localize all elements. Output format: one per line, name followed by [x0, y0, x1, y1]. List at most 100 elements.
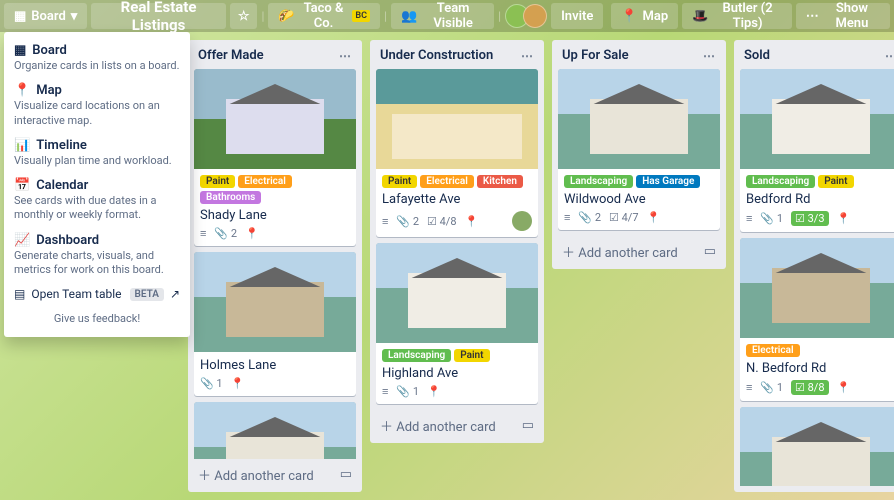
card-cover-image [740, 407, 894, 486]
card-cover-image [376, 243, 538, 343]
add-card-button[interactable]: ＋ Add another card▭ [376, 410, 538, 437]
card-title: Wildwood Ave [564, 192, 714, 207]
location-badge: 📍 [231, 377, 245, 390]
list: Sold⋯LandscapingPaintBedford Rd≡📎 1☑ 3/3… [734, 40, 894, 492]
location-badge: 📍 [427, 385, 441, 398]
calendar-icon: 📅 [14, 178, 30, 193]
butler-button[interactable]: 🎩Butler (2 Tips) [682, 3, 792, 29]
list: Up For Sale ⋯ LandscapingHas Garage Wildwoo… [552, 40, 726, 269]
template-icon[interactable]: ▭ [704, 244, 716, 259]
dropdown-item-dashboard[interactable]: 📈DashboardGenerate charts, visuals, and … [4, 228, 190, 283]
dropdown-item-calendar[interactable]: 📅CalendarSee cards with due dates in a m… [4, 173, 190, 228]
member-avatar[interactable] [512, 211, 532, 231]
card[interactable]: PaintElectricalKitchenLafayette Ave≡📎 2☑… [376, 69, 538, 237]
chevron-down-icon: ▾ [71, 9, 78, 24]
list-menu-icon[interactable]: ⋯ [339, 49, 352, 63]
card-label[interactable]: Paint [200, 175, 235, 188]
template-icon[interactable]: ▭ [340, 467, 352, 482]
pin-icon: 📍 [621, 9, 637, 24]
invite-button[interactable]: Invite [551, 3, 603, 29]
member-avatars[interactable] [505, 4, 547, 28]
workspace-badge: BC [352, 10, 370, 22]
attachment-badge: 📎 1 [760, 381, 783, 394]
card[interactable]: Holmes Lane📎 1📍 [194, 252, 356, 396]
card-title: Highland Ave [382, 366, 532, 381]
card-label[interactable]: Kitchen [477, 175, 523, 188]
list-menu-icon[interactable]: ⋯ [885, 49, 894, 63]
card[interactable]: LandscapingPaintKitchenHalstead Ave≡📎 2📍 [194, 402, 356, 459]
add-card-button[interactable]: ＋ Add another card▭ [558, 236, 720, 263]
list-menu-icon[interactable]: ⋯ [521, 49, 534, 63]
card[interactable]: LandscapingHas GarageWildwood Ave≡📎 2☑ 4… [558, 69, 720, 230]
dropdown-item-map[interactable]: 📍MapVisualize card locations on an inter… [4, 78, 190, 133]
location-badge: 📍 [465, 215, 479, 228]
map-icon: 📍 [14, 83, 30, 98]
card-cover-image [194, 252, 356, 352]
show-menu-button[interactable]: ⋯Show Menu [796, 3, 890, 29]
list-title[interactable]: Under Construction [380, 48, 493, 63]
card[interactable]: PaintElectricalBathroomsShady Lane≡📎 2📍 [194, 69, 356, 246]
table-icon: ▤ [14, 287, 25, 301]
taco-icon: 🌮 [278, 9, 294, 24]
feedback-link[interactable]: Give us feedback! [4, 306, 190, 331]
card-label[interactable]: Landscaping [746, 175, 815, 188]
attachment-badge: 📎 1 [396, 385, 419, 398]
dropdown-item-board[interactable]: ▦BoardOrganize cards in lists on a board… [4, 38, 190, 78]
board-icon: ▦ [14, 9, 26, 24]
card-label[interactable]: Paint [818, 175, 853, 188]
card-label[interactable]: Electrical [238, 175, 292, 188]
star-button[interactable]: ☆ [230, 3, 258, 29]
beta-badge: BETA [130, 288, 164, 301]
list-menu-icon[interactable]: ⋯ [703, 49, 716, 63]
list-title[interactable]: Up For Sale [562, 48, 629, 63]
card-cover-image [194, 69, 356, 169]
card-cover-image [558, 69, 720, 169]
attachment-badge: 📎 2 [214, 227, 237, 240]
external-link-icon: ↗ [170, 287, 180, 301]
attachment-badge: 📎 1 [200, 377, 223, 390]
card-label[interactable]: Landscaping [564, 175, 633, 188]
card-cover-image [740, 69, 894, 169]
board-icon: ▦ [14, 43, 26, 58]
card-label[interactable]: Bathrooms [200, 191, 261, 204]
card-title: N. Bedford Rd [746, 361, 894, 376]
board-header: ▦ Board ▾ Real Estate Listings ☆ | 🌮 Tac… [0, 0, 894, 32]
card-label[interactable]: Paint [454, 349, 489, 362]
template-icon[interactable]: ▭ [522, 418, 534, 433]
dropdown-item-timeline[interactable]: 📊TimelineVisually plan time and workload… [4, 133, 190, 173]
card-label[interactable]: Landscaping [382, 349, 451, 362]
attachment-badge: 📎 2 [396, 215, 419, 228]
card-title: Shady Lane [200, 208, 350, 223]
location-badge: 📍 [647, 211, 661, 224]
card-cover-image [376, 69, 538, 169]
card-label[interactable]: Has Garage [636, 175, 700, 188]
card[interactable]: ElectricalN. Bedford Rd≡📎 1☑ 8/8📍 [740, 238, 894, 401]
board-view-switcher[interactable]: ▦ Board ▾ [4, 3, 87, 29]
butler-icon: 🎩 [692, 9, 708, 24]
checklist-badge: ☑ 3/3 [791, 211, 829, 226]
list: Offer Made ⋯ PaintElectrical Bathrooms Shady… [188, 40, 362, 492]
card-label[interactable]: Electrical [746, 344, 800, 357]
dropdown-team-table[interactable]: ▤ Open Team table BETA ↗ [4, 282, 190, 306]
list-title[interactable]: Offer Made [198, 48, 264, 63]
location-badge: 📍 [837, 212, 851, 225]
visibility-button[interactable]: 👥 Team Visible [391, 3, 494, 29]
board-title[interactable]: Real Estate Listings [91, 3, 226, 29]
map-button[interactable]: 📍Map [611, 3, 678, 29]
dots-icon: ⋯ [806, 9, 819, 24]
view-switcher-dropdown: ▦BoardOrganize cards in lists on a board… [4, 32, 190, 337]
checklist-badge: ☑ 4/8 [427, 215, 457, 228]
add-card-button[interactable]: ＋ Add another card▭ [194, 459, 356, 486]
list-title[interactable]: Sold [744, 48, 770, 63]
list: Under Construction⋯PaintElectricalKitche… [370, 40, 544, 443]
card[interactable] [740, 407, 894, 486]
location-badge: 📍 [245, 227, 259, 240]
card-cover-image [740, 238, 894, 338]
card-title: Lafayette Ave [382, 192, 532, 207]
card[interactable]: LandscapingPaintBedford Rd≡📎 1☑ 3/3📍 [740, 69, 894, 232]
card-label[interactable]: Electrical [420, 175, 474, 188]
card[interactable]: LandscapingPaintHighland Ave≡📎 1📍 [376, 243, 538, 404]
workspace-button[interactable]: 🌮 Taco & Co. BC [268, 3, 380, 29]
card-label[interactable]: Paint [382, 175, 417, 188]
attachment-badge: 📎 2 [578, 211, 601, 224]
